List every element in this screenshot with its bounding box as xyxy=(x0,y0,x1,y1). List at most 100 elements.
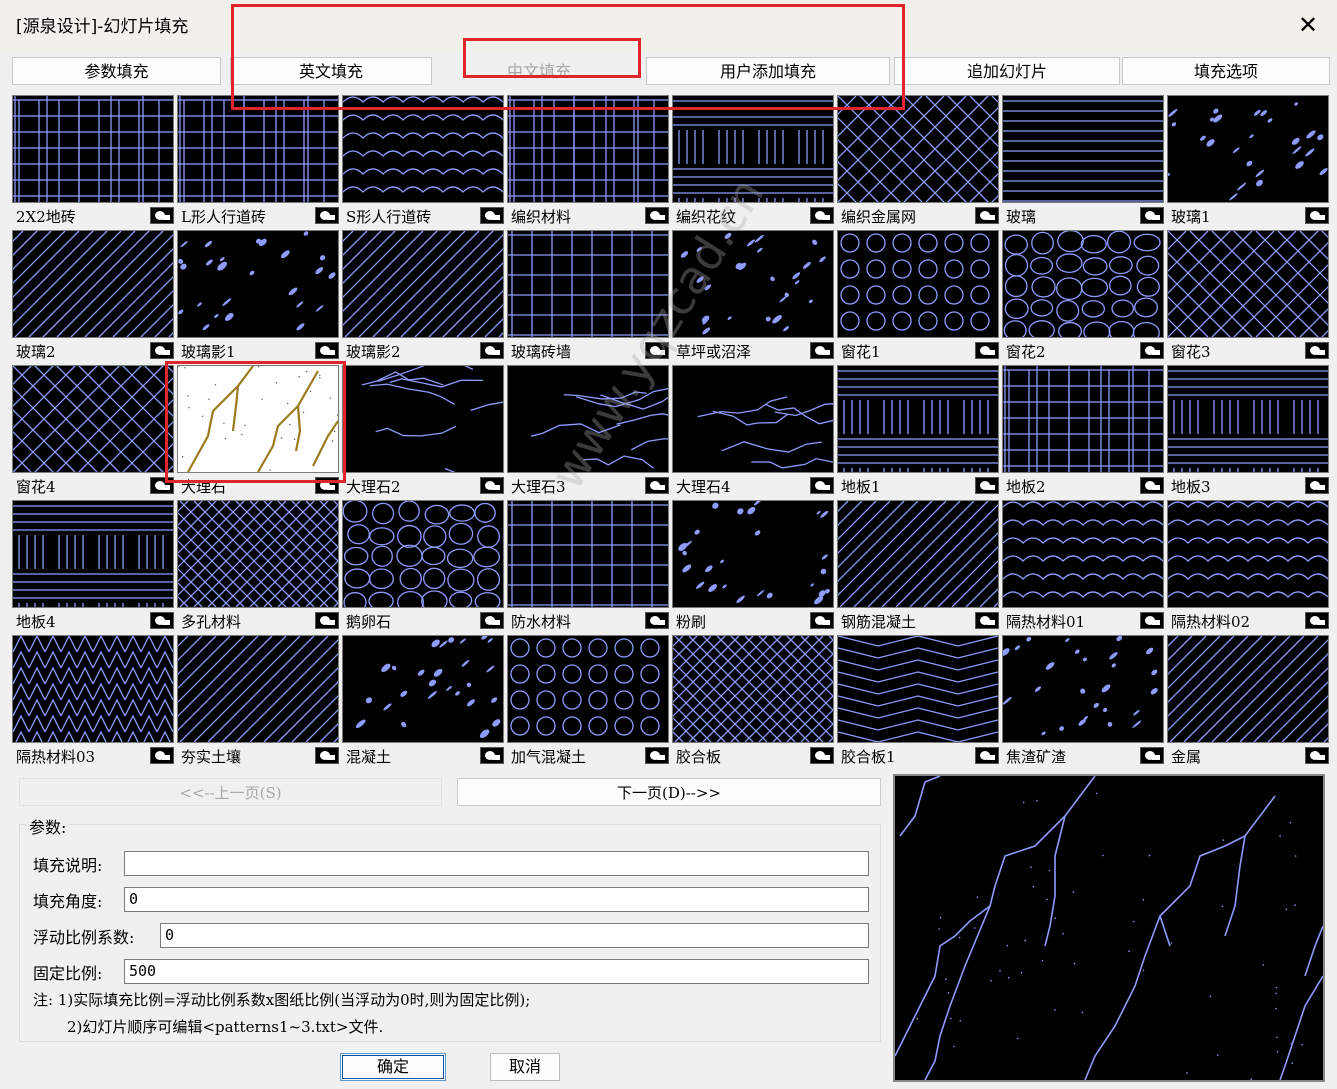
pattern-thumbnail[interactable] xyxy=(12,500,174,608)
pattern-thumbnail[interactable] xyxy=(342,95,504,203)
pattern-tile[interactable]: 玻璃1 xyxy=(1167,95,1331,228)
pattern-thumbnail[interactable] xyxy=(177,635,339,743)
pattern-tile[interactable]: 地板1 xyxy=(837,365,1001,498)
pattern-tile[interactable]: 玻璃 xyxy=(1002,95,1166,228)
pattern-tile[interactable]: 夯实土壤 xyxy=(177,635,341,768)
pattern-thumbnail[interactable] xyxy=(672,365,834,473)
tab-user-fill[interactable]: 用户添加填充 xyxy=(646,57,890,85)
pattern-thumbnail[interactable] xyxy=(177,95,339,203)
pattern-thumbnail[interactable] xyxy=(837,500,999,608)
float-scale-input[interactable]: 0 xyxy=(160,923,869,948)
pattern-thumbnail[interactable] xyxy=(1167,365,1329,473)
close-icon[interactable]: ✕ xyxy=(1291,8,1325,42)
pattern-tile[interactable]: 窗花3 xyxy=(1167,230,1331,363)
pattern-tile[interactable]: 玻璃影2 xyxy=(342,230,506,363)
pattern-tile[interactable]: 金属 xyxy=(1167,635,1331,768)
pattern-label: 加气混凝土 xyxy=(511,748,587,766)
pattern-thumbnail[interactable] xyxy=(1002,230,1164,338)
chevron-pattern xyxy=(838,636,998,742)
pattern-thumbnail[interactable] xyxy=(507,500,669,608)
pattern-thumbnail[interactable] xyxy=(837,365,999,473)
fill-desc-input[interactable] xyxy=(124,851,869,876)
pattern-tile[interactable]: 胶合板1 xyxy=(837,635,1001,768)
cancel-button[interactable]: 取消 xyxy=(490,1053,560,1081)
pattern-tile[interactable]: 地板3 xyxy=(1167,365,1331,498)
pattern-thumbnail[interactable] xyxy=(1167,500,1329,608)
pattern-thumbnail[interactable] xyxy=(1002,95,1164,203)
pattern-tile[interactable]: 地板4 xyxy=(12,500,176,633)
fill-angle-input[interactable]: 0 xyxy=(124,887,869,912)
pattern-tile[interactable]: 编织花纹 xyxy=(672,95,836,228)
pattern-thumbnail[interactable] xyxy=(1002,635,1164,743)
pattern-tile[interactable]: 2X2地砖 xyxy=(12,95,176,228)
pattern-tile[interactable]: 玻璃影1 xyxy=(177,230,341,363)
pattern-tile[interactable]: 玻璃砖墙 xyxy=(507,230,671,363)
pattern-tile[interactable]: 窗花1 xyxy=(837,230,1001,363)
pattern-tile[interactable]: 地板2 xyxy=(1002,365,1166,498)
ok-button[interactable]: 确定 xyxy=(340,1053,446,1081)
pattern-tile[interactable]: 编织材料 xyxy=(507,95,671,228)
pattern-thumbnail[interactable] xyxy=(342,230,504,338)
pattern-thumbnail[interactable] xyxy=(12,230,174,338)
tab-chinese-fill[interactable]: 中文填充 xyxy=(436,57,642,85)
pattern-thumbnail[interactable] xyxy=(1167,230,1329,338)
tab-parameter-fill[interactable]: 参数填充 xyxy=(12,57,221,85)
wave-pattern xyxy=(1003,501,1163,598)
pattern-thumbnail[interactable] xyxy=(12,635,174,743)
pattern-tile[interactable]: 编织金属网 xyxy=(837,95,1001,228)
pattern-thumbnail[interactable] xyxy=(507,365,669,473)
pattern-tile[interactable]: 焦渣矿渣 xyxy=(1002,635,1166,768)
pattern-thumbnail[interactable] xyxy=(342,635,504,743)
pattern-tile[interactable]: 防水材料 xyxy=(507,500,671,633)
slide-icon xyxy=(480,612,504,629)
pattern-tile[interactable]: 钢筋混凝土 xyxy=(837,500,1001,633)
pattern-thumbnail[interactable] xyxy=(672,635,834,743)
tab-english-fill[interactable]: 英文填充 xyxy=(230,57,432,85)
pattern-thumbnail[interactable] xyxy=(177,230,339,338)
pattern-tile[interactable]: L形人行道砖 xyxy=(177,95,341,228)
pattern-thumbnail[interactable] xyxy=(672,230,834,338)
pattern-thumbnail[interactable] xyxy=(507,635,669,743)
next-page-button[interactable]: 下一页(D)-->> xyxy=(457,778,881,806)
tab-append-slide[interactable]: 追加幻灯片 xyxy=(894,57,1120,85)
pattern-thumbnail[interactable] xyxy=(672,95,834,203)
pattern-tile[interactable]: 鹅卵石 xyxy=(342,500,506,633)
slide-icon xyxy=(645,477,669,494)
pattern-tile[interactable]: 隔热材料03 xyxy=(12,635,176,768)
pattern-thumbnail[interactable] xyxy=(1167,95,1329,203)
pattern-tile[interactable]: 草坪或沼泽 xyxy=(672,230,836,363)
pattern-thumbnail[interactable] xyxy=(177,365,339,473)
pattern-thumbnail[interactable] xyxy=(507,230,669,338)
pattern-tile[interactable]: S形人行道砖 xyxy=(342,95,506,228)
pattern-tile[interactable]: 多孔材料 xyxy=(177,500,341,633)
pattern-tile[interactable]: 加气混凝土 xyxy=(507,635,671,768)
pattern-thumbnail[interactable] xyxy=(1002,500,1164,608)
pattern-tile[interactable]: 大理石3 xyxy=(507,365,671,498)
pattern-thumbnail[interactable] xyxy=(12,95,174,203)
pattern-tile[interactable]: 混凝土 xyxy=(342,635,506,768)
pattern-tile[interactable]: 窗花4 xyxy=(12,365,176,498)
pattern-thumbnail[interactable] xyxy=(837,230,999,338)
pattern-tile[interactable]: 隔热材料02 xyxy=(1167,500,1331,633)
pattern-tile[interactable]: 窗花2 xyxy=(1002,230,1166,363)
pattern-tile[interactable]: 大理石 xyxy=(177,365,341,498)
prev-page-button[interactable]: <<--上一页(S) xyxy=(19,778,442,806)
pattern-tile[interactable]: 隔热材料01 xyxy=(1002,500,1166,633)
pattern-tile[interactable]: 胶合板 xyxy=(672,635,836,768)
pattern-thumbnail[interactable] xyxy=(837,635,999,743)
pattern-thumbnail[interactable] xyxy=(1167,635,1329,743)
pattern-thumbnail[interactable] xyxy=(177,500,339,608)
pattern-tile[interactable]: 玻璃2 xyxy=(12,230,176,363)
pattern-thumbnail[interactable] xyxy=(342,500,504,608)
pattern-thumbnail[interactable] xyxy=(507,95,669,203)
pattern-thumbnail[interactable] xyxy=(1002,365,1164,473)
pattern-tile[interactable]: 粉刷 xyxy=(672,500,836,633)
pattern-tile[interactable]: 大理石4 xyxy=(672,365,836,498)
pattern-thumbnail[interactable] xyxy=(837,95,999,203)
pattern-tile[interactable]: 大理石2 xyxy=(342,365,506,498)
fixed-scale-input[interactable]: 500 xyxy=(124,959,869,984)
tab-fill-options[interactable]: 填充选项 xyxy=(1122,57,1330,85)
pattern-thumbnail[interactable] xyxy=(672,500,834,608)
pattern-thumbnail[interactable] xyxy=(12,365,174,473)
pattern-thumbnail[interactable] xyxy=(342,365,504,473)
